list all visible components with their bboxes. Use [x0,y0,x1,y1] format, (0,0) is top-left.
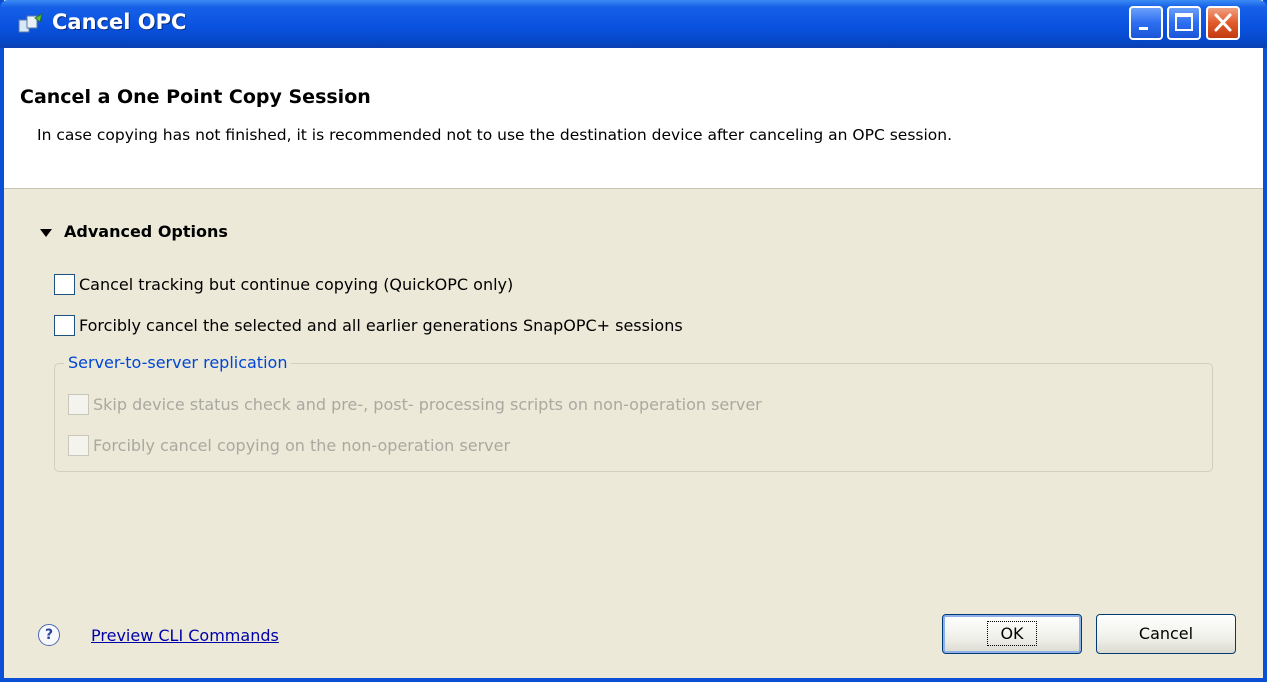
forcibly-cancel-snapopc-checkbox[interactable] [54,315,75,336]
maximize-icon [1175,13,1193,31]
maximize-button[interactable] [1167,6,1201,40]
cancel-button[interactable]: Cancel [1096,614,1236,654]
forcibly-cancel-snapopc-label: Forcibly cancel the selected and all ear… [79,316,683,335]
dialog-window: Cancel OPC Cancel a One Point Copy Sessi… [0,0,1267,682]
app-icon [18,12,43,33]
preview-cli-link[interactable]: Preview CLI Commands [91,626,279,645]
ok-button-label: OK [987,621,1037,646]
forcibly-cancel-nonop-checkbox [68,435,89,456]
title-bar[interactable]: Cancel OPC [0,0,1267,48]
skip-device-check-checkbox [68,394,89,415]
forcibly-cancel-snapopc-option[interactable]: Forcibly cancel the selected and all ear… [54,315,683,336]
minimize-icon [1139,27,1148,30]
dialog-header: Cancel a One Point Copy Session In case … [4,48,1263,189]
skip-device-check-label: Skip device status check and pre-, post-… [93,395,762,414]
window-title: Cancel OPC [52,10,187,34]
forcibly-cancel-nonop-label: Forcibly cancel copying on the non-opera… [93,436,511,455]
cancel-tracking-option[interactable]: Cancel tracking but continue copying (Qu… [54,274,513,295]
skip-device-check-option: Skip device status check and pre-, post-… [68,394,762,415]
advanced-options-label: Advanced Options [64,222,228,241]
minimize-button[interactable] [1129,6,1163,40]
cancel-tracking-checkbox[interactable] [54,274,75,295]
close-icon [1214,13,1232,32]
header-message: In case copying has not finished, it is … [37,126,953,144]
expand-triangle-icon [40,228,52,237]
server-replication-label: Server-to-server replication [64,353,292,372]
header-title: Cancel a One Point Copy Session [20,86,371,108]
ok-button[interactable]: OK [942,614,1082,654]
advanced-options-toggle[interactable]: Advanced Options [40,222,228,241]
cancel-tracking-label: Cancel tracking but continue copying (Qu… [79,275,514,294]
forcibly-cancel-nonop-option: Forcibly cancel copying on the non-opera… [68,435,510,456]
close-button[interactable] [1206,6,1240,40]
help-icon[interactable]: ? [38,624,60,646]
